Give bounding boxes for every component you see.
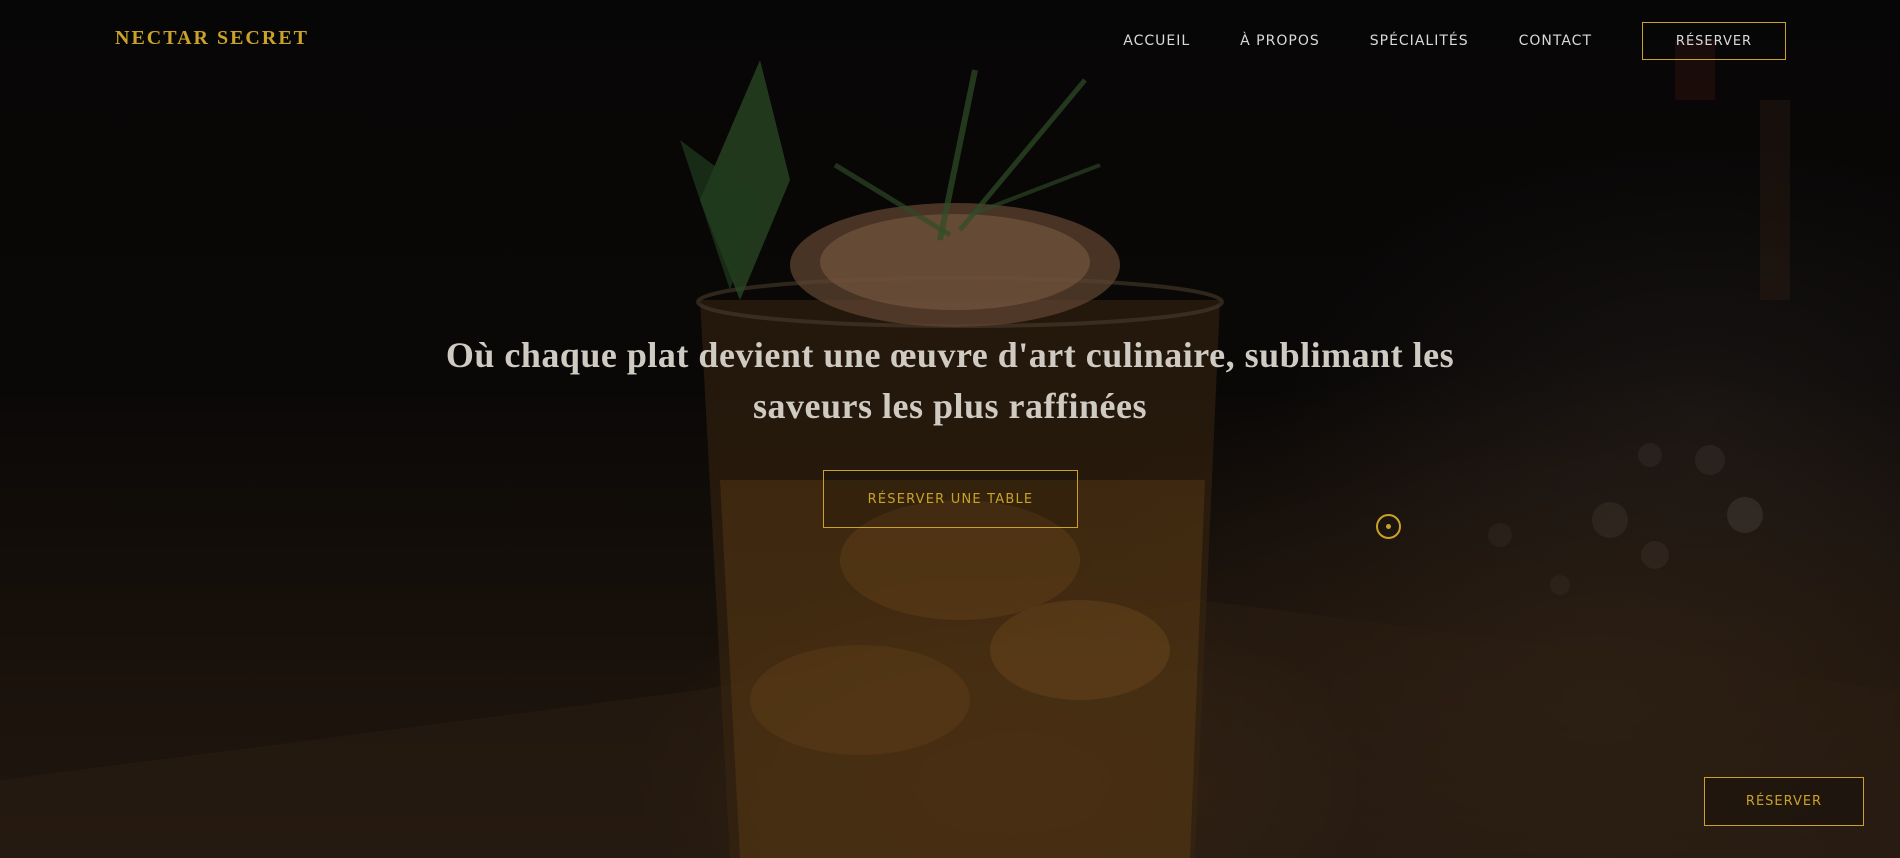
hero-tagline: Où chaque plat devient une œuvre d'art c… [445, 335, 1455, 426]
nav-link-contact[interactable]: CONTACT [1519, 33, 1592, 49]
nav-link-a-propos[interactable]: À PROPOS [1240, 33, 1320, 49]
nav-link-accueil[interactable]: ACCUEIL [1123, 33, 1190, 49]
reserve-nav-button[interactable]: RÉSERVER [1642, 22, 1786, 60]
hero-section: NECTAR SECRET ACCUEIL À PROPOS SPÉCIALIT… [0, 0, 1900, 858]
site-logo[interactable]: NECTAR SECRET [115, 27, 309, 50]
book-table-button[interactable]: RÉSERVER UNE TABLE [823, 470, 1078, 528]
main-nav: ACCUEIL À PROPOS SPÉCIALITÉS CONTACT RÉS… [1123, 22, 1786, 60]
nav-link-specialites[interactable]: SPÉCIALITÉS [1370, 33, 1469, 49]
custom-cursor-icon [1376, 514, 1401, 539]
floating-reserve-button[interactable]: RÉSERVER [1704, 777, 1864, 826]
